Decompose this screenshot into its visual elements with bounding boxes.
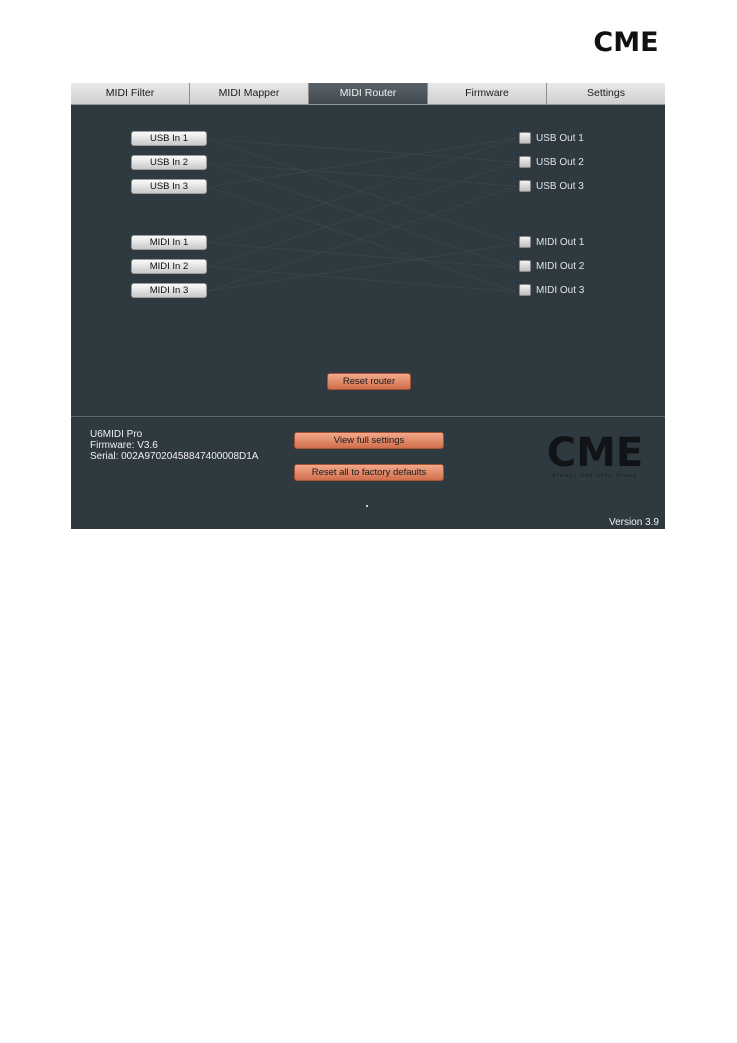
usb-out-2-row: USB Out 2 [519, 155, 584, 169]
usb-in-3-button[interactable]: USB In 3 [131, 179, 207, 194]
serial-number: Serial: 002A97020458847400008D1A [90, 451, 259, 462]
midi-out-2-row: MIDI Out 2 [519, 259, 584, 273]
midi-out-1-label: MIDI Out 1 [536, 236, 585, 248]
app-version: Version 3.9 [608, 517, 659, 528]
cme-logo: CME [593, 28, 658, 54]
reset-router-button[interactable]: Reset router [327, 373, 411, 390]
app-window: MIDI Filter MIDI Mapper MIDI Router Firm… [71, 83, 665, 529]
factory-reset-button[interactable]: Reset all to factory defaults [294, 464, 444, 481]
route-line [207, 162, 518, 269]
device-name: U6MIDI Pro [90, 429, 143, 440]
midi-out-3-row: MIDI Out 3 [519, 283, 584, 297]
view-full-settings-button[interactable]: View full settings [294, 432, 444, 449]
midi-out-1-checkbox[interactable] [519, 236, 531, 248]
brand-tagline: Always One Step Ahead [553, 473, 638, 479]
tab-firmware[interactable]: Firmware [428, 83, 547, 104]
usb-out-1-checkbox[interactable] [519, 132, 531, 144]
tab-bar: MIDI Filter MIDI Mapper MIDI Router Firm… [71, 83, 665, 105]
route-line [207, 137, 518, 188]
usb-in-1-button[interactable]: USB In 1 [131, 131, 207, 146]
route-line [207, 138, 518, 245]
midi-in-2-button[interactable]: MIDI In 2 [131, 259, 207, 274]
usb-out-2-label: USB Out 2 [536, 156, 584, 168]
midi-in-3-button[interactable]: MIDI In 3 [131, 283, 207, 298]
route-line [207, 137, 518, 244]
brand-logo-text: CME [547, 435, 643, 476]
route-line [207, 185, 518, 292]
midi-out-1-row: MIDI Out 1 [519, 235, 584, 249]
midi-out-3-label: MIDI Out 3 [536, 284, 585, 296]
route-line [207, 266, 518, 293]
cme-brand-logo: CME Always One Step Ahead [547, 435, 643, 479]
tab-midi-router[interactable]: MIDI Router [309, 83, 428, 104]
route-line [207, 242, 518, 269]
midi-out-3-checkbox[interactable] [519, 284, 531, 296]
section-divider [71, 416, 665, 417]
route-line [207, 186, 518, 293]
routing-lines [207, 137, 518, 293]
tab-midi-filter[interactable]: MIDI Filter [71, 83, 190, 104]
usb-out-3-label: USB Out 3 [536, 180, 584, 192]
status-dot [366, 505, 368, 507]
midi-out-2-label: MIDI Out 2 [536, 260, 585, 272]
tab-settings[interactable]: Settings [547, 83, 665, 104]
route-line [207, 138, 518, 163]
usb-in-2-button[interactable]: USB In 2 [131, 155, 207, 170]
usb-out-3-checkbox[interactable] [519, 180, 531, 192]
midi-out-2-checkbox[interactable] [519, 260, 531, 272]
usb-out-1-label: USB Out 1 [536, 132, 584, 144]
tab-midi-mapper[interactable]: MIDI Mapper [190, 83, 309, 104]
midi-in-1-button[interactable]: MIDI In 1 [131, 235, 207, 250]
usb-out-1-row: USB Out 1 [519, 131, 584, 145]
firmware-version: Firmware: V3.6 [90, 440, 158, 451]
cme-logo-text: CME [593, 28, 658, 54]
route-line [207, 162, 518, 187]
usb-out-3-row: USB Out 3 [519, 179, 584, 193]
usb-out-2-checkbox[interactable] [519, 156, 531, 168]
